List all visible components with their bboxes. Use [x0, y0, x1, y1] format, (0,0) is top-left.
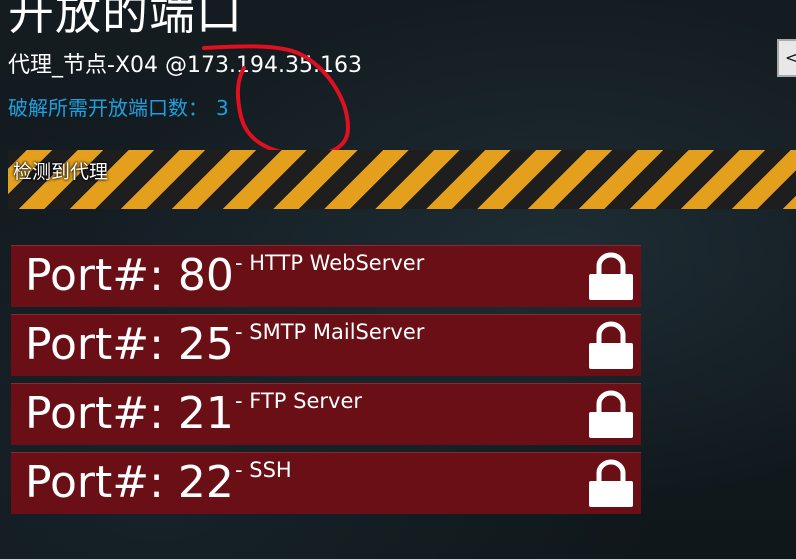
port-service: - HTTP WebServer — [235, 251, 425, 275]
chevron-left-icon: < — [785, 48, 796, 67]
page-title: 开放的端口 — [8, 0, 243, 40]
ports-required-label: 破解所需开放端口数： — [8, 96, 208, 120]
target-node-label: 代理_节点-X04 @173.194.35.163 — [8, 53, 362, 78]
lock-icon — [589, 390, 633, 438]
proxy-detected-banner: 检测到代理 — [8, 150, 796, 209]
port-row-22[interactable]: Port#: 22 - SSH — [11, 452, 641, 514]
lock-icon — [589, 459, 633, 507]
port-number: Port#: 22 — [25, 457, 234, 508]
port-number: Port#: 25 — [25, 319, 234, 370]
ports-required-info: 破解所需开放端口数： 3 — [8, 92, 229, 121]
port-service: - FTP Server — [235, 389, 362, 413]
port-service: - SSH — [235, 458, 292, 482]
port-service: - SMTP MailServer — [235, 320, 425, 344]
ports-required-count: 3 — [216, 96, 229, 120]
proxy-detected-label: 检测到代理 — [13, 161, 109, 183]
back-button[interactable]: < — [777, 39, 796, 77]
port-number: Port#: 80 — [25, 250, 234, 301]
port-list: Port#: 80 - HTTP WebServer Port#: 25 - S… — [11, 245, 641, 521]
port-row-80[interactable]: Port#: 80 - HTTP WebServer — [11, 245, 641, 307]
port-row-21[interactable]: Port#: 21 - FTP Server — [11, 383, 641, 445]
port-number: Port#: 21 — [25, 388, 234, 439]
lock-icon — [589, 252, 633, 300]
port-row-25[interactable]: Port#: 25 - SMTP MailServer — [11, 314, 641, 376]
lock-icon — [589, 321, 633, 369]
